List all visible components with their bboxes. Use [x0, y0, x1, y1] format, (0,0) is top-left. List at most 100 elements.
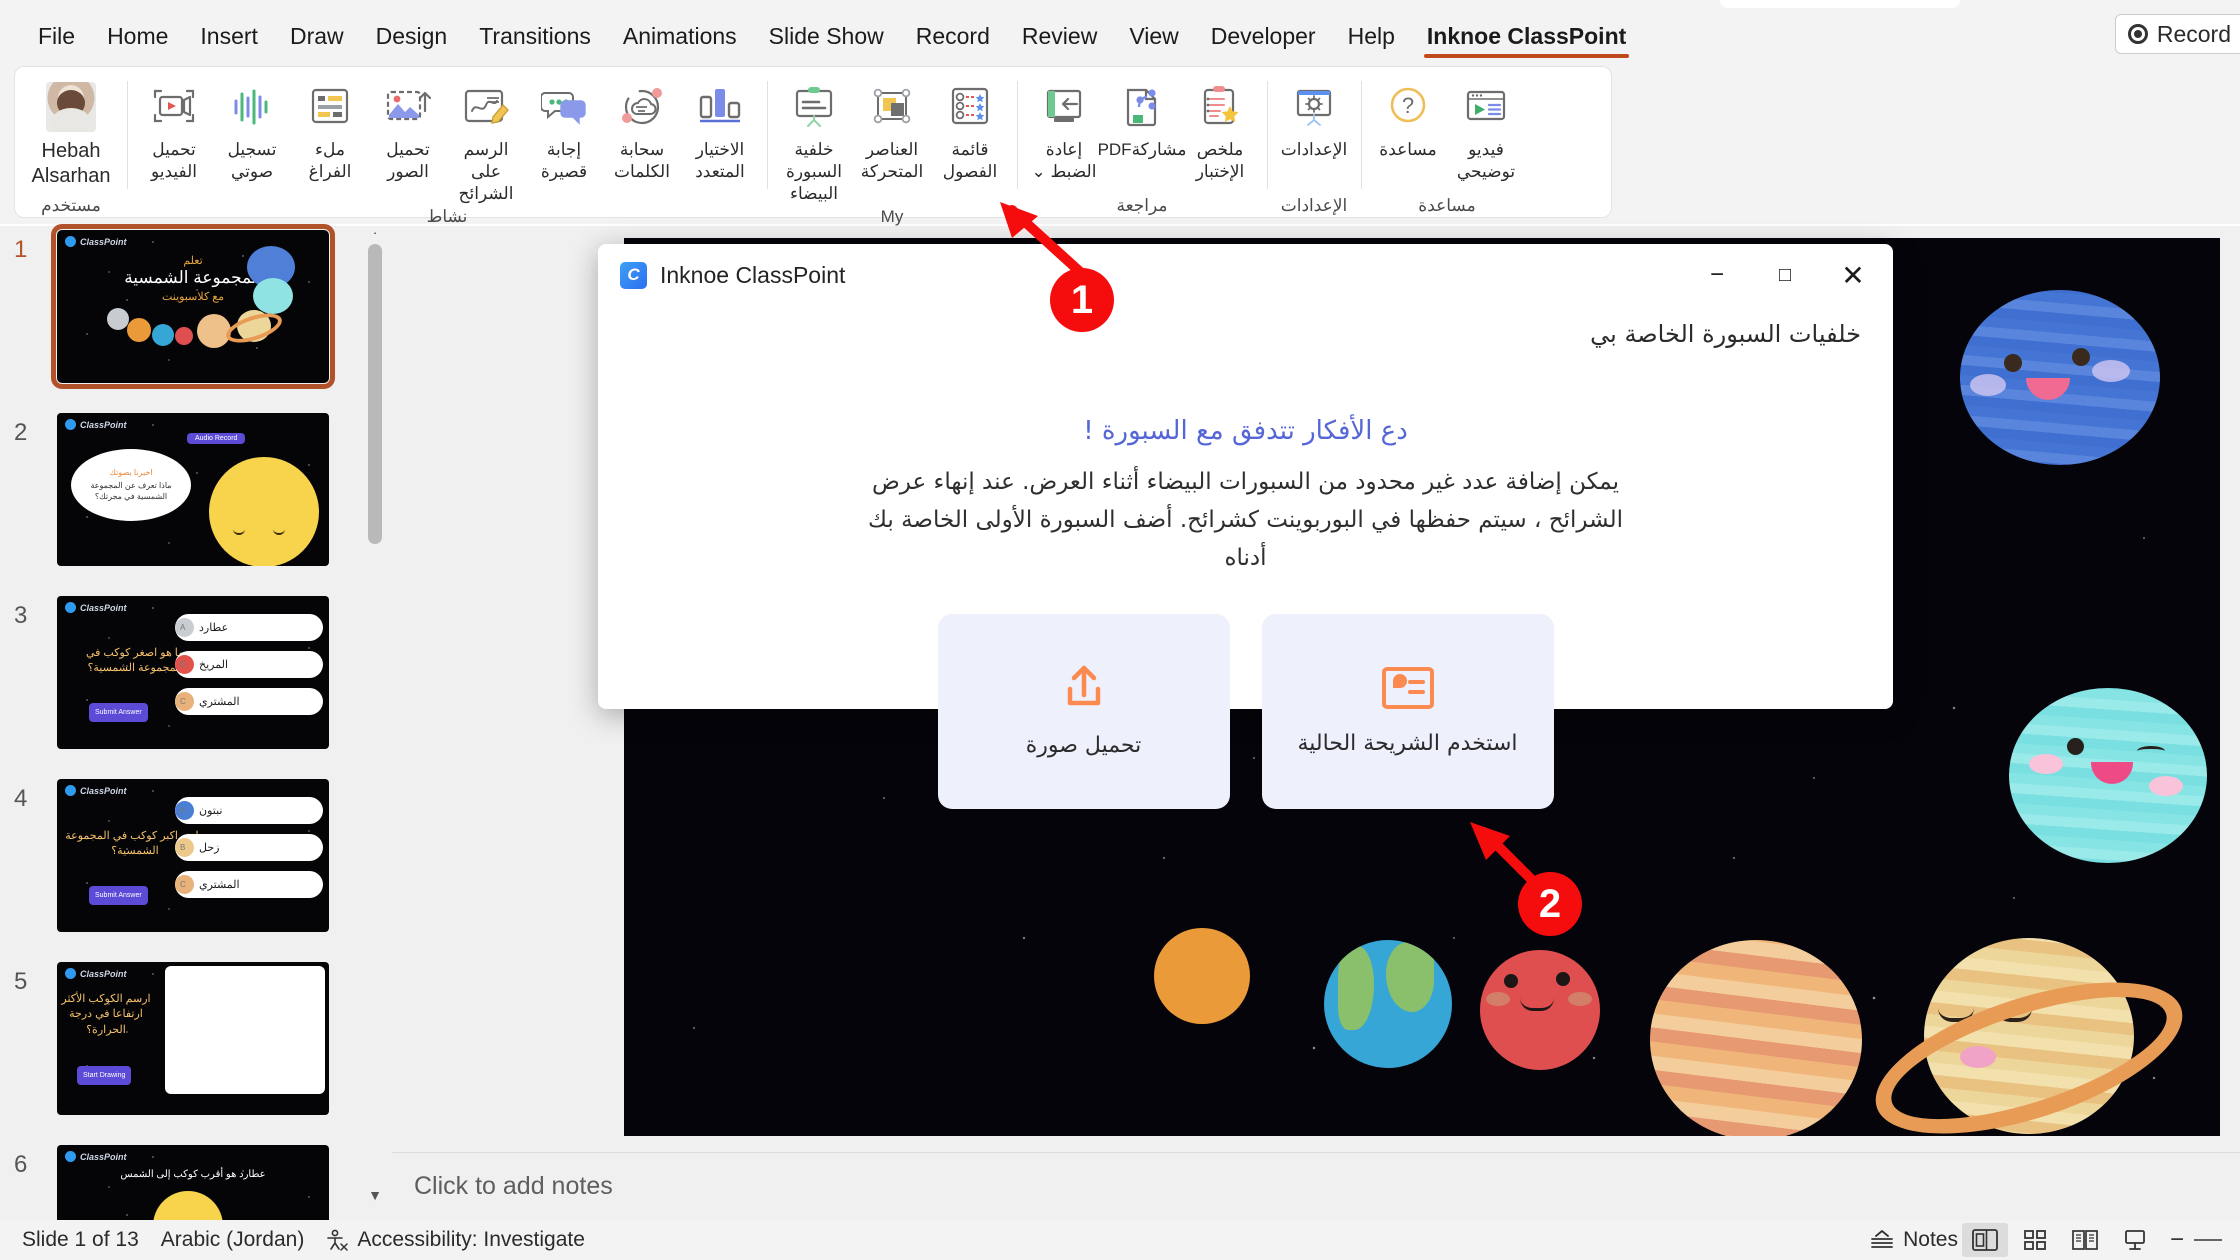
answer-letter: A: [180, 806, 186, 815]
ribbon-tab-developer[interactable]: Developer: [1195, 25, 1332, 62]
ribbon-button-reset[interactable]: إعادة الضبط ⌄: [1025, 75, 1103, 193]
record-dot-icon: [2127, 24, 2148, 44]
language-indicator[interactable]: Arabic (Jordan): [161, 1228, 305, 1252]
notes-toggle-button[interactable]: Notes: [1870, 1228, 1958, 1252]
normal-view-icon[interactable]: [1961, 1223, 2008, 1257]
draggable-objects-icon: [869, 79, 915, 135]
ribbon-button-short-answer[interactable]: إجابة قصيرة: [525, 75, 603, 204]
thumbnail-scrollbar-thumb[interactable]: [368, 244, 382, 544]
slide-thumbnail-item[interactable]: 3 ClassPoint ما هو اصغر كوكب في المجموعة ا…: [0, 592, 392, 775]
slideshow-icon[interactable]: [2112, 1223, 2158, 1257]
minimize-icon[interactable]: −: [1683, 247, 1751, 303]
ribbon-button-audio-record[interactable]: تسجيل صوتي: [213, 75, 291, 204]
ribbon-tab-transitions[interactable]: Transitions: [463, 25, 607, 62]
ribbon-tab-draw[interactable]: Draw: [274, 25, 360, 62]
close-icon[interactable]: ✕: [1819, 247, 1887, 303]
answer-option: B المريخ: [175, 651, 323, 678]
classpoint-dot-icon: [65, 1151, 76, 1162]
ribbon-tab-file[interactable]: File: [22, 25, 91, 62]
ribbon-button-label: تحميل الصور: [386, 140, 430, 181]
ribbon-button-multiple-choice[interactable]: الاختيار المتعدد: [681, 75, 759, 204]
ribbon-button-help[interactable]: ? مساعدة: [1369, 75, 1447, 193]
ribbon-button-video-upload[interactable]: تحميل الفيديو: [135, 75, 213, 204]
ribbon-tab-slide-show[interactable]: Slide Show: [753, 25, 900, 62]
answer-option: C المشتري: [175, 688, 323, 715]
ribbon-group-my: قائمة الفصول العناصر المتحركة خلفية السبور…: [767, 67, 1017, 226]
zoom-track[interactable]: [2194, 1239, 2222, 1241]
ribbon-tab-help[interactable]: Help: [1332, 25, 1411, 62]
classpoint-dot-icon: [65, 785, 76, 796]
ribbon-button-label: تحميل الفيديو: [150, 140, 198, 181]
slide-thumbnail-list: 1 ClassPoint تعلم المجموعة الشمسية مع كلاسبو…: [0, 224, 392, 1260]
ribbon-group-items: الاختيار المتعدد سحابة الكلمات إجابة قصيرة…: [135, 67, 759, 204]
slide-sorter-icon[interactable]: [2012, 1223, 2058, 1257]
ribbon-tab-animations[interactable]: Animations: [607, 25, 753, 62]
ribbon-button-tutorial-video[interactable]: فيديو توضيحي: [1447, 75, 1525, 193]
ribbon-tab-design[interactable]: Design: [360, 25, 464, 62]
thumbnail-scroll-down-icon[interactable]: ▼: [366, 1186, 384, 1204]
classpoint-brand-badge: ClassPoint: [65, 968, 127, 979]
ribbon-tab-review[interactable]: Review: [1006, 25, 1113, 62]
quick-access-toolbar-ghost: [1720, 0, 1960, 8]
dialog-title-bar[interactable]: C Inknoe ClassPoint − □ ✕: [598, 244, 1893, 306]
slide-thumbnail-item[interactable]: 5 ClassPoint ارسم الكوكب الأكثر ارتفاعا في…: [0, 958, 392, 1141]
ribbon-button-label: فيديو توضيحي: [1456, 140, 1516, 181]
slide-thumbnail-2[interactable]: ClassPoint Audio Record اخبرنا بصوتك ماذا ت…: [57, 413, 329, 566]
accessibility-icon: [327, 1229, 349, 1251]
ribbon-button-quiz-summary[interactable]: ملخص الإختبار: [1181, 75, 1259, 193]
ribbon-button-label: الرسم على الشرائح: [458, 140, 514, 203]
classpoint-dot-icon: [65, 419, 76, 430]
maximize-icon[interactable]: □: [1751, 247, 1819, 303]
ribbon-button-pdf-share[interactable]: مشاركةPDF: [1098, 75, 1186, 193]
slide-thumbnail-panel[interactable]: 1 ClassPoint تعلم المجموعة الشمسية مع كلاسبو…: [0, 224, 392, 1260]
ribbon-button-label: تسجيل صوتي: [227, 140, 277, 181]
notes-icon: [1871, 1230, 1894, 1248]
dialog-heading: خلفيات السبورة الخاصة بي: [1590, 320, 1861, 348]
ribbon-button-label: الاختيار المتعدد: [695, 140, 745, 181]
record-button-label: Record: [2156, 20, 2231, 47]
bubble-text: ماذا تعرف عن المجموعة الشمسية في مجرتك؟: [90, 481, 172, 501]
slide-counter[interactable]: Slide 1 of 13: [22, 1228, 139, 1252]
slide-thumbnail-item[interactable]: 2 ClassPoint Audio Record اخبرنا بصوتك ماذا …: [0, 409, 392, 592]
record-button[interactable]: Record: [2114, 14, 2240, 54]
use-current-slide-card[interactable]: استخدم الشريحة الحالية: [1261, 614, 1554, 809]
slide-number: 5: [14, 968, 28, 995]
ribbon-button-class-list[interactable]: قائمة الفصول: [931, 75, 1009, 204]
classpoint-brand-label: ClassPoint: [80, 785, 127, 796]
slide-thumbnail-3[interactable]: ClassPoint ما هو اصغر كوكب في المجموعة ال…: [57, 596, 329, 749]
user-avatar: [46, 79, 96, 135]
ribbon-tab-list: File Home Insert Draw Design Transitions Anima…: [0, 25, 1642, 62]
whiteboard-background-dialog[interactable]: C Inknoe ClassPoint − □ ✕ خلفيات السبورة…: [598, 244, 1893, 809]
ribbon-button-word-cloud[interactable]: سحابة الكلمات: [603, 75, 681, 204]
slide-thumbnail-1[interactable]: ClassPoint تعلم المجموعة الشمسية مع كلاسبوي…: [51, 224, 335, 389]
ribbon-tab-insert[interactable]: Insert: [184, 25, 274, 62]
slide-thumbnail-5[interactable]: ClassPoint ارسم الكوكب الأكثر ارتفاعا في …: [57, 962, 329, 1115]
fill-blank-icon: [307, 79, 353, 135]
bubble-title: اخبرنا بصوتك: [109, 468, 153, 478]
ribbon-button-settings[interactable]: الإعدادات: [1275, 75, 1353, 193]
ribbon-button-draggable-objects[interactable]: العناصر المتحركة: [853, 75, 931, 204]
chat-bubbles-icon: [541, 79, 587, 135]
upload-image-card[interactable]: تحميل صورة: [937, 614, 1230, 809]
reading-view-icon[interactable]: [2062, 1223, 2108, 1257]
ribbon-group-help: فيديو توضيحي? مساعدة مساعدة: [1361, 67, 1533, 219]
zoom-slider[interactable]: −: [2162, 1226, 2230, 1254]
accessibility-status[interactable]: Accessibility: Investigate: [326, 1228, 585, 1252]
slide-thumbnail-4[interactable]: ClassPoint ما هو اكبر كوكب في المجموعة ال…: [57, 779, 329, 932]
submit-answer-button: Submit Answer: [89, 886, 148, 905]
ribbon-button-whiteboard-background[interactable]: خلفية السبورة البيضاء: [775, 75, 853, 204]
ribbon-button-fill-in-blanks[interactable]: ملء الفراغ: [291, 75, 369, 204]
slide-thumbnail-item[interactable]: 4 ClassPoint ما هو اكبر كوكب في المجموعة ا…: [0, 775, 392, 958]
ribbon-tab-inknoe-classpoint[interactable]: Inknoe ClassPoint: [1411, 25, 1642, 62]
ribbon-tab-record[interactable]: Record: [900, 25, 1006, 62]
answer-text: زحل: [199, 842, 220, 854]
zoom-out-button[interactable]: −: [2170, 1226, 2184, 1254]
slide-thumbnail-item[interactable]: 1 ClassPoint تعلم المجموعة الشمسية مع كلاسبو…: [0, 224, 392, 409]
ribbon-button-image-upload[interactable]: تحميل الصور: [369, 75, 447, 204]
ribbon-button-user-profile[interactable]: Hebah Alsarhan: [23, 75, 119, 193]
ribbon-button-slide-drawing[interactable]: الرسم على الشرائح: [447, 75, 525, 204]
ribbon-tab-view[interactable]: View: [1113, 25, 1194, 62]
notes-pane[interactable]: Click to add notes: [392, 1152, 2240, 1220]
classpoint-brand-badge: ClassPoint: [65, 419, 127, 430]
ribbon-tab-home[interactable]: Home: [91, 25, 184, 62]
